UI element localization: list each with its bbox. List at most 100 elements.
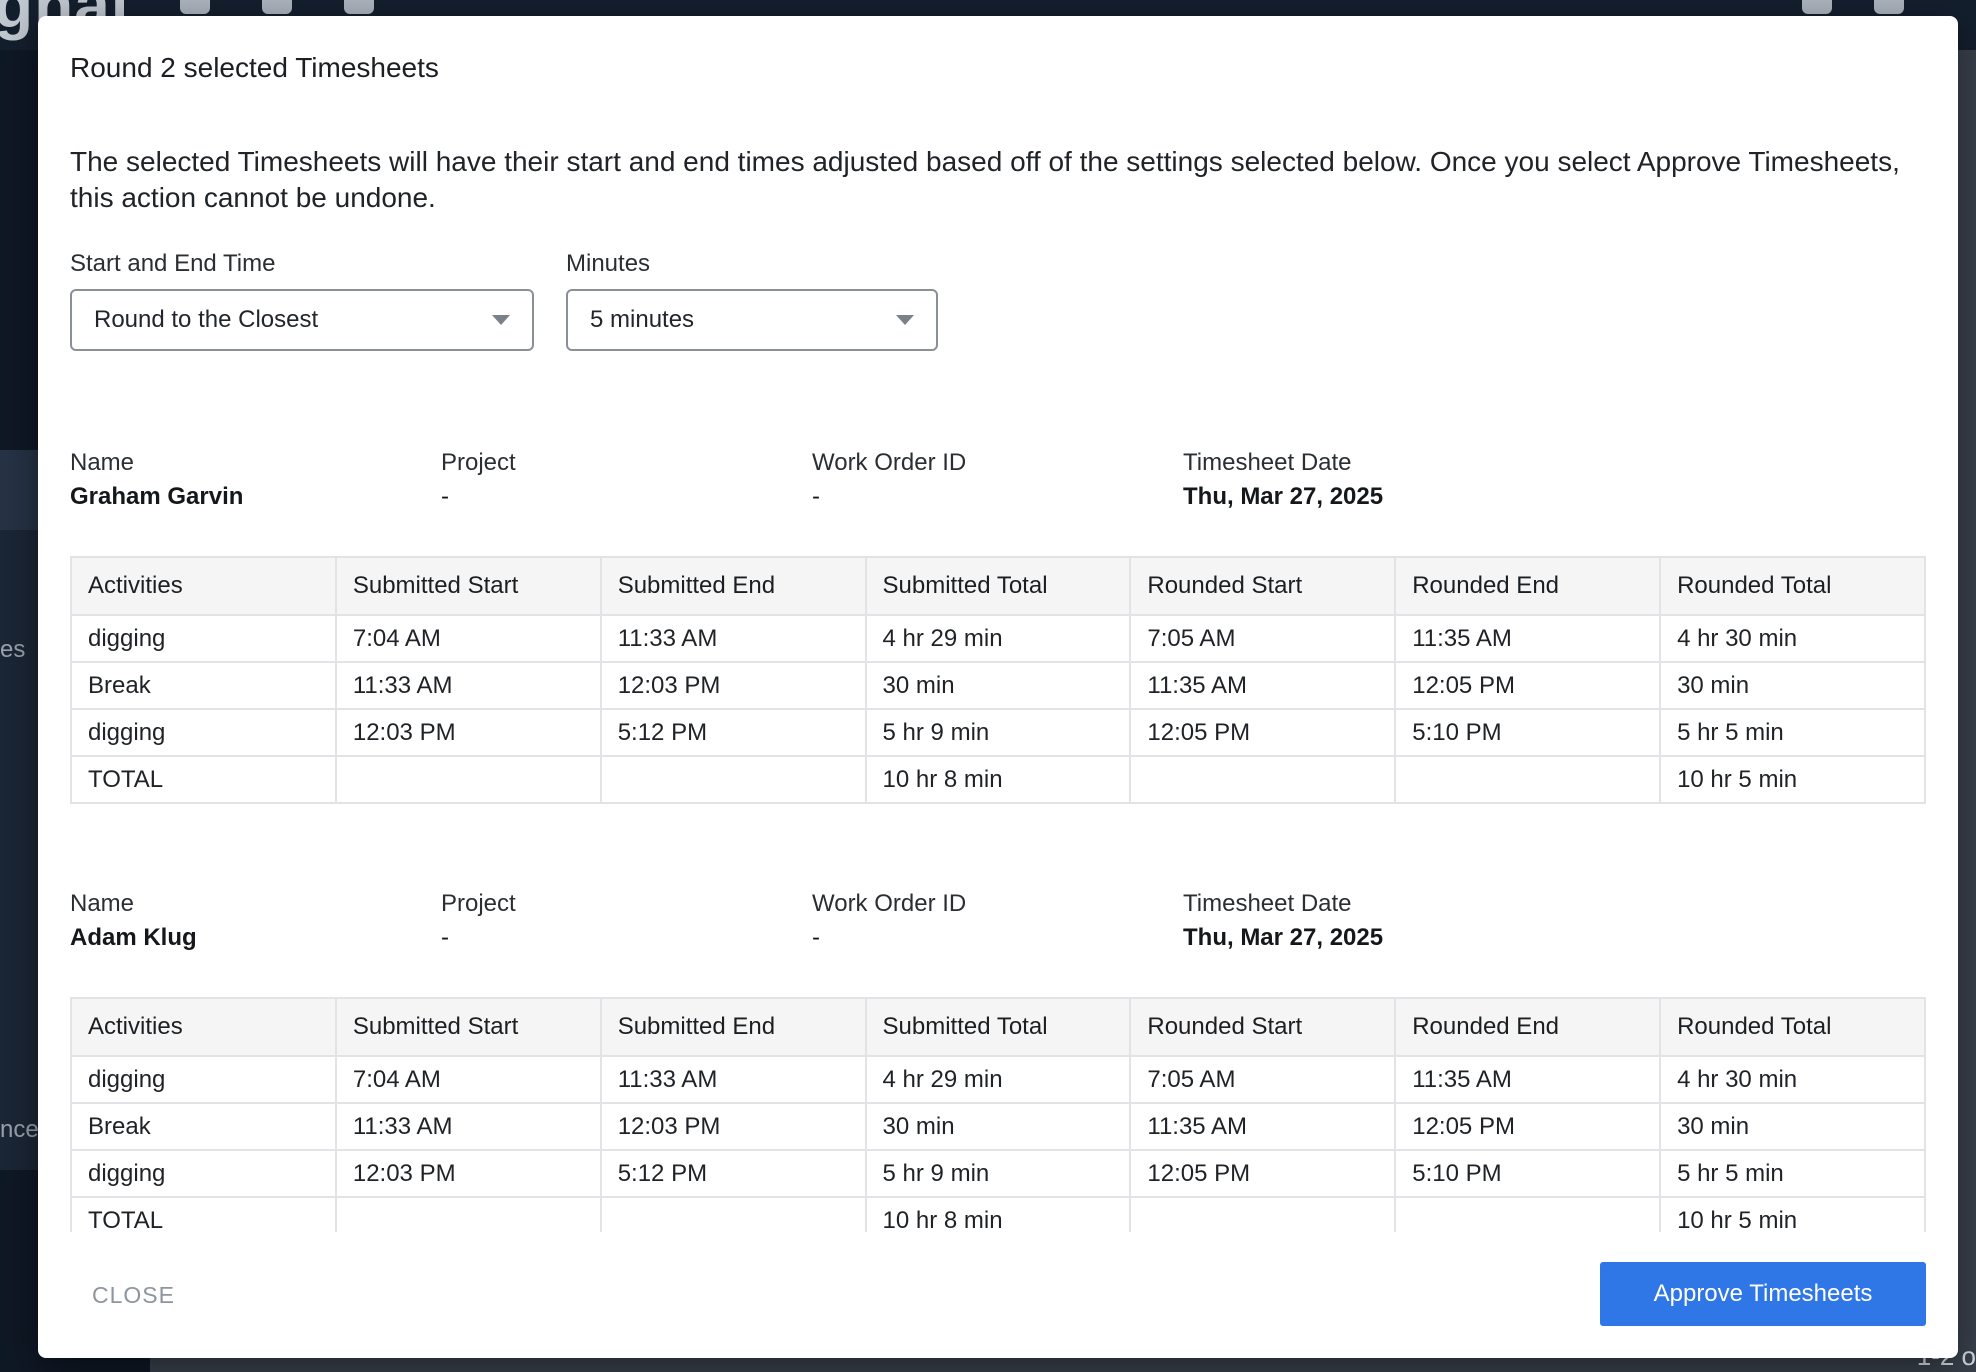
column-header: Submitted Total xyxy=(864,997,1132,1057)
chat-icon xyxy=(1802,0,1832,14)
table-cell: 11:35 AM xyxy=(1129,661,1397,710)
table-cell: digging xyxy=(70,708,337,757)
meta-name: Name Adam Klug xyxy=(70,887,197,955)
work-order-label: Work Order ID xyxy=(812,890,967,917)
table-cell: 10 hr 5 min xyxy=(1659,755,1926,804)
minutes-label: Minutes xyxy=(566,250,651,277)
table-cell: 5:10 PM xyxy=(1394,708,1662,757)
table-cell: 11:33 AM xyxy=(334,661,602,710)
table-cell: 30 min xyxy=(1659,1102,1926,1151)
column-header: Submitted End xyxy=(599,997,867,1057)
table-cell: 11:33 AM xyxy=(599,1055,867,1104)
column-header: Rounded End xyxy=(1394,997,1662,1057)
table-cell: 4 hr 29 min xyxy=(864,614,1132,663)
document-icon xyxy=(344,0,374,14)
meta-project: Project - xyxy=(441,887,516,955)
table-cell: 5 hr 9 min xyxy=(864,1149,1132,1198)
meta-work-order: Work Order ID - xyxy=(812,887,966,955)
table-cell: TOTAL xyxy=(70,755,337,804)
user-icon xyxy=(180,0,210,14)
table-cell: 12:05 PM xyxy=(1129,1149,1397,1198)
start-end-time-label: Start and End Time xyxy=(70,250,276,277)
table-cell: 12:05 PM xyxy=(1394,661,1662,710)
table-cell: 10 hr 8 min xyxy=(864,755,1132,804)
table-cell xyxy=(1394,755,1662,804)
name-label: Name xyxy=(70,890,135,917)
table-row: digging 12:03 PM 5:12 PM 5 hr 9 min 12:0… xyxy=(70,708,1926,757)
table-row: digging 12:03 PM 5:12 PM 5 hr 9 min 12:0… xyxy=(70,1149,1926,1198)
table-cell xyxy=(1129,755,1397,804)
project-value: - xyxy=(441,924,449,951)
table-cell xyxy=(599,755,867,804)
table-cell: 5:12 PM xyxy=(599,1149,867,1198)
timesheet-date-value: Thu, Mar 27, 2025 xyxy=(1183,924,1384,951)
table-cell: 12:05 PM xyxy=(1129,708,1397,757)
table-cell: 12:03 PM xyxy=(334,1149,602,1198)
table-cell: digging xyxy=(70,1055,337,1104)
table-cell: 5:12 PM xyxy=(599,708,867,757)
column-header: Submitted Start xyxy=(334,997,602,1057)
table-cell: Break xyxy=(70,661,337,710)
employee-name: Graham Garvin xyxy=(70,483,244,510)
sidebar-item-text: nce xyxy=(0,1116,39,1143)
column-header: Submitted Start xyxy=(334,556,602,616)
meta-project: Project - xyxy=(441,446,516,514)
table-cell: 12:03 PM xyxy=(599,661,867,710)
table-cell xyxy=(1394,1196,1662,1232)
table-cell: 4 hr 30 min xyxy=(1659,614,1926,663)
table-cell: 4 hr 30 min xyxy=(1659,1055,1926,1104)
timesheet-table: Activities Submitted Start Submitted End… xyxy=(70,997,1926,1232)
table-cell xyxy=(334,1196,602,1232)
employee-name: Adam Klug xyxy=(70,924,197,951)
table-row: Break 11:33 AM 12:03 PM 30 min 11:35 AM … xyxy=(70,1102,1926,1151)
table-cell: 4 hr 29 min xyxy=(864,1055,1132,1104)
table-row: Break 11:33 AM 12:03 PM 30 min 11:35 AM … xyxy=(70,661,1926,710)
timesheets-scroll-area[interactable]: Name Graham Garvin Project - Work Order … xyxy=(38,416,1958,1232)
timesheet-date-label: Timesheet Date xyxy=(1183,890,1352,917)
table-cell: 12:05 PM xyxy=(1394,1102,1662,1151)
start-end-time-value: Round to the Closest xyxy=(94,306,319,333)
table-cell xyxy=(599,1196,867,1232)
table-cell: 12:03 PM xyxy=(599,1102,867,1151)
sidebar-active-item xyxy=(0,450,40,530)
table-cell: Break xyxy=(70,1102,337,1151)
table-cell: 5 hr 5 min xyxy=(1659,1149,1926,1198)
close-button[interactable]: CLOSE xyxy=(92,1282,175,1309)
column-header: Rounded Start xyxy=(1129,556,1397,616)
column-header: Rounded Total xyxy=(1659,997,1926,1057)
table-row: digging 7:04 AM 11:33 AM 4 hr 29 min 7:0… xyxy=(70,1055,1926,1104)
project-label: Project xyxy=(441,890,516,917)
project-value: - xyxy=(441,483,449,510)
table-row: digging 7:04 AM 11:33 AM 4 hr 29 min 7:0… xyxy=(70,614,1926,663)
table-cell: 5 hr 9 min xyxy=(864,708,1132,757)
meta-work-order: Work Order ID - xyxy=(812,446,966,514)
table-cell: 30 min xyxy=(1659,661,1926,710)
table-cell: 10 hr 5 min xyxy=(1659,1196,1926,1232)
account-icon xyxy=(1874,0,1904,14)
column-header: Activities xyxy=(70,997,337,1057)
table-cell: 10 hr 8 min xyxy=(864,1196,1132,1232)
meta-date: Timesheet Date Thu, Mar 27, 2025 xyxy=(1183,446,1383,514)
start-end-time-select[interactable]: Round to the Closest xyxy=(70,289,534,351)
minutes-select[interactable]: 5 minutes xyxy=(566,289,938,351)
column-header: Rounded Total xyxy=(1659,556,1926,616)
badge-icon xyxy=(262,0,292,14)
meta-name: Name Graham Garvin xyxy=(70,446,243,514)
table-total-row: TOTAL 10 hr 8 min 10 hr 5 min xyxy=(70,755,1926,804)
table-cell: 7:04 AM xyxy=(334,1055,602,1104)
table-header-row: Activities Submitted Start Submitted End… xyxy=(70,997,1926,1057)
minutes-value: 5 minutes xyxy=(590,306,695,333)
table-cell: 30 min xyxy=(864,1102,1132,1151)
work-order-value: - xyxy=(812,924,820,951)
table-cell: 11:33 AM xyxy=(599,614,867,663)
table-cell xyxy=(1129,1196,1397,1232)
table-cell: 7:04 AM xyxy=(334,614,602,663)
table-cell: 11:33 AM xyxy=(334,1102,602,1151)
approve-timesheets-button[interactable]: Approve Timesheets xyxy=(1600,1262,1926,1326)
work-order-value: - xyxy=(812,483,820,510)
table-cell: 11:35 AM xyxy=(1394,1055,1662,1104)
dialog-title: Round 2 selected Timesheets xyxy=(70,52,439,83)
timesheet-date-label: Timesheet Date xyxy=(1183,449,1352,476)
column-header: Rounded Start xyxy=(1129,997,1397,1057)
table-cell: digging xyxy=(70,1149,337,1198)
